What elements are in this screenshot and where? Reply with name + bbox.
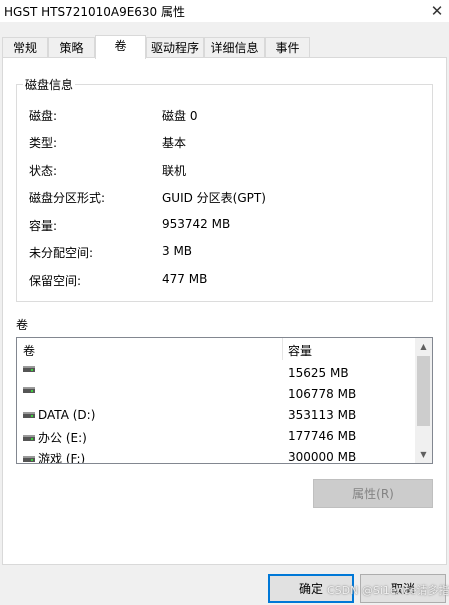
list-item[interactable]: 106778 MB [17, 384, 414, 405]
info-value: 953742 MB [162, 217, 231, 231]
info-label: 保留空间: [29, 274, 82, 288]
info-label: 磁盘分区形式: [29, 191, 106, 205]
volumes-list[interactable]: 卷 容量 15625 MB 106778 MB DATA (D:) 353113… [16, 337, 433, 464]
disk-info-group: 磁盘信息 磁盘: 磁盘 0 类型: 基本 状态: 联机 磁盘分区形式: GUID… [16, 76, 433, 302]
scroll-thumb[interactable] [417, 356, 430, 426]
volume-name: DATA (D:) [23, 408, 95, 422]
scroll-down-button[interactable]: ▼ [415, 446, 432, 463]
close-icon: ✕ [430, 2, 444, 20]
list-header: 卷 容量 [17, 338, 414, 362]
chevron-down-icon: ▼ [420, 450, 427, 459]
volume-capacity: 353113 MB [288, 408, 357, 422]
volumes-label: 卷 [16, 318, 29, 332]
properties-button[interactable]: 属性(R) [313, 479, 433, 508]
info-label: 容量: [29, 219, 58, 233]
drive-icon [23, 412, 35, 418]
list-item[interactable]: 15625 MB [17, 363, 414, 384]
volume-capacity: 177746 MB [288, 429, 357, 443]
volume-capacity: 15625 MB [288, 366, 349, 380]
info-value: 基本 [162, 136, 187, 150]
volume-capacity: 300000 MB [288, 450, 357, 464]
info-value: 3 MB [162, 244, 193, 258]
drive-icon [23, 387, 35, 393]
column-divider[interactable] [282, 338, 283, 360]
volume-name-text: 游戏 (F:) [38, 452, 86, 464]
column-header-volume[interactable]: 卷 [23, 342, 35, 359]
window-title: HGST HTS721010A9E630 属性 [4, 5, 186, 19]
vertical-scrollbar[interactable]: ▲ ▼ [415, 338, 432, 463]
scroll-up-button[interactable]: ▲ [415, 338, 432, 355]
tab-volumes[interactable]: 卷 [95, 35, 146, 59]
tab-details[interactable]: 详细信息 [204, 37, 265, 58]
column-header-capacity[interactable]: 容量 [288, 342, 312, 359]
info-label: 未分配空间: [29, 246, 94, 260]
volume-name-text: 办公 (E:) [38, 431, 87, 445]
cancel-button[interactable]: 取消 [360, 574, 446, 603]
list-item[interactable]: DATA (D:) 353113 MB [17, 405, 414, 426]
title-bar: HGST HTS721010A9E630 属性 ✕ [0, 0, 449, 22]
info-label: 类型: [29, 136, 58, 150]
tab-strip: 常规 策略 卷 驱动程序 详细信息 事件 [0, 35, 449, 59]
info-value: 477 MB [162, 272, 208, 286]
info-label: 磁盘: [29, 109, 58, 123]
info-value: 联机 [162, 164, 187, 178]
volume-name: 游戏 (F:) [23, 450, 86, 464]
drive-icon [23, 455, 35, 462]
volume-name [23, 366, 38, 372]
volume-name-text: DATA (D:) [38, 408, 96, 422]
drive-icon [23, 434, 35, 441]
tab-events[interactable]: 事件 [265, 37, 310, 58]
volume-name: 办公 (E:) [23, 429, 87, 446]
list-item[interactable]: 办公 (E:) 177746 MB [17, 426, 414, 447]
list-item[interactable]: 游戏 (F:) 300000 MB [17, 447, 414, 464]
volumes-panel: 磁盘信息 磁盘: 磁盘 0 类型: 基本 状态: 联机 磁盘分区形式: GUID… [2, 57, 447, 565]
tab-driver[interactable]: 驱动程序 [146, 37, 204, 58]
tab-general[interactable]: 常规 [2, 37, 48, 58]
volume-name [23, 387, 38, 393]
ok-button[interactable]: 确定 [268, 574, 354, 603]
disk-info-title: 磁盘信息 [23, 76, 76, 93]
drive-icon [23, 366, 35, 372]
close-button[interactable]: ✕ [425, 0, 449, 22]
info-value: GUID 分区表(GPT) [162, 191, 266, 205]
info-label: 状态: [29, 164, 58, 178]
volume-capacity: 106778 MB [288, 387, 357, 401]
tab-policies[interactable]: 策略 [48, 37, 95, 58]
chevron-up-icon: ▲ [420, 342, 427, 351]
info-value: 磁盘 0 [162, 109, 198, 123]
